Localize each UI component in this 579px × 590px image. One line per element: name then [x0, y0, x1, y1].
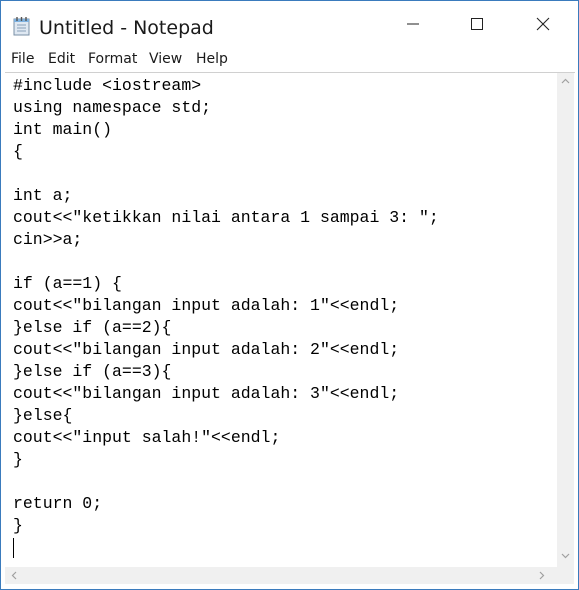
menu-file[interactable]: File	[11, 51, 34, 67]
close-button[interactable]	[511, 1, 575, 45]
vertical-scrollbar[interactable]	[557, 73, 574, 567]
maximize-icon	[471, 18, 483, 30]
code-line: return 0;	[13, 494, 103, 513]
scroll-right-icon[interactable]	[537, 571, 546, 580]
title-bar[interactable]: Untitled - Notepad	[1, 1, 578, 45]
notepad-window: Untitled - Notepad File Edit Format View…	[0, 0, 579, 590]
code-line: }else if (a==2){	[13, 318, 172, 337]
text-caret	[13, 538, 14, 558]
code-line: }	[13, 516, 23, 535]
menu-help[interactable]: Help	[196, 51, 228, 67]
menu-view[interactable]: View	[149, 51, 182, 67]
code-line: if (a==1) {	[13, 274, 122, 293]
code-line: }	[13, 450, 23, 469]
minimize-button[interactable]	[381, 1, 445, 45]
code-line: int main()	[13, 120, 113, 139]
editor-frame: #include <iostream> using namespace std;…	[5, 72, 575, 587]
close-icon	[536, 17, 550, 31]
code-line: cout<<"bilangan input adalah: 3"<<endl;	[13, 384, 400, 403]
code-line: }else if (a==3){	[13, 362, 172, 381]
notepad-icon	[13, 16, 31, 36]
horizontal-scrollbar[interactable]	[5, 567, 557, 584]
window-title: Untitled - Notepad	[39, 17, 214, 39]
code-line: cout<<"bilangan input adalah: 1"<<endl;	[13, 296, 400, 315]
menu-bar: File Edit Format View Help	[1, 47, 578, 71]
scroll-up-icon[interactable]	[561, 77, 570, 86]
maximize-button[interactable]	[445, 1, 509, 45]
minimize-icon	[407, 23, 419, 25]
code-line: cout<<"ketikkan nilai antara 1 sampai 3:…	[13, 208, 439, 227]
code-line: {	[13, 142, 23, 161]
scroll-down-icon[interactable]	[561, 551, 570, 560]
menu-edit[interactable]: Edit	[48, 51, 75, 67]
text-editor[interactable]: #include <iostream> using namespace std;…	[5, 73, 555, 567]
code-line: cout<<"input salah!"<<endl;	[13, 428, 281, 447]
code-line: #include <iostream>	[13, 76, 202, 95]
code-line: }else{	[13, 406, 73, 425]
scroll-left-icon[interactable]	[10, 571, 19, 580]
code-line: int a;	[13, 186, 73, 205]
code-line: cin>>a;	[13, 230, 83, 249]
code-line: using namespace std;	[13, 98, 212, 117]
scrollbar-corner	[557, 567, 574, 584]
code-line: cout<<"bilangan input adalah: 2"<<endl;	[13, 340, 400, 359]
menu-format[interactable]: Format	[88, 51, 137, 67]
